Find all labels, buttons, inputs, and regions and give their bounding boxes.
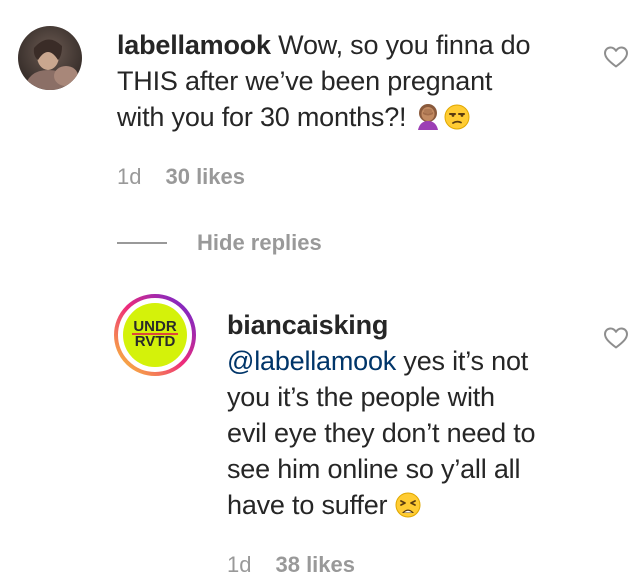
reply-text-line: yes it’s not <box>396 346 529 376</box>
comment-username[interactable]: labellamook <box>117 30 271 60</box>
reply-text-line: have to suffer <box>227 490 395 520</box>
reply-text-line: you it’s the people with <box>227 382 495 412</box>
story-ring-avatar: UNDR RVTD <box>114 294 196 376</box>
reply-likes[interactable]: 38 likes <box>275 552 355 578</box>
comment-text-line: Wow, so you finna do <box>270 30 531 60</box>
comment-meta: 1d 30 likes <box>117 164 245 190</box>
mention-link[interactable]: @labellamook <box>227 346 396 376</box>
comment-text-line: THIS after we’ve been pregnant <box>117 66 493 96</box>
woman-facepalming-icon <box>414 102 442 139</box>
weary-face-icon <box>395 491 421 527</box>
avatar-photo <box>18 26 82 90</box>
avatar-labellamook[interactable] <box>18 26 82 90</box>
reply-meta: 1d 38 likes <box>227 552 355 578</box>
hide-replies-label[interactable]: Hide replies <box>197 230 322 256</box>
comment-likes[interactable]: 30 likes <box>165 164 245 190</box>
like-heart-icon[interactable] <box>603 326 629 350</box>
reply-username[interactable]: biancaisking <box>227 310 388 340</box>
comment-age[interactable]: 1d <box>117 164 141 190</box>
hide-replies-toggle[interactable]: Hide replies <box>117 230 322 256</box>
comment-biancaisking: UNDR RVTD biancaisking @labellamook yes … <box>0 290 642 588</box>
divider-line <box>117 242 167 244</box>
comment-labellamook: labellamook Wow, so you finna do THIS af… <box>0 0 642 200</box>
avatar-biancaisking[interactable]: UNDR RVTD <box>114 294 196 376</box>
reply-text-line: evil eye they don’t need to <box>227 418 536 448</box>
unamused-face-icon <box>444 103 470 139</box>
comment-text: labellamook Wow, so you finna do THIS af… <box>117 27 587 139</box>
avatar-text-bottom: RVTD <box>135 333 176 350</box>
reply-text: biancaisking @labellamook yes it’s not y… <box>227 307 607 527</box>
reply-age[interactable]: 1d <box>227 552 251 578</box>
comment-text-line: with you for 30 months?! <box>117 102 414 132</box>
reply-text-line: see him online so y’all all <box>227 454 521 484</box>
like-heart-icon[interactable] <box>603 45 629 69</box>
